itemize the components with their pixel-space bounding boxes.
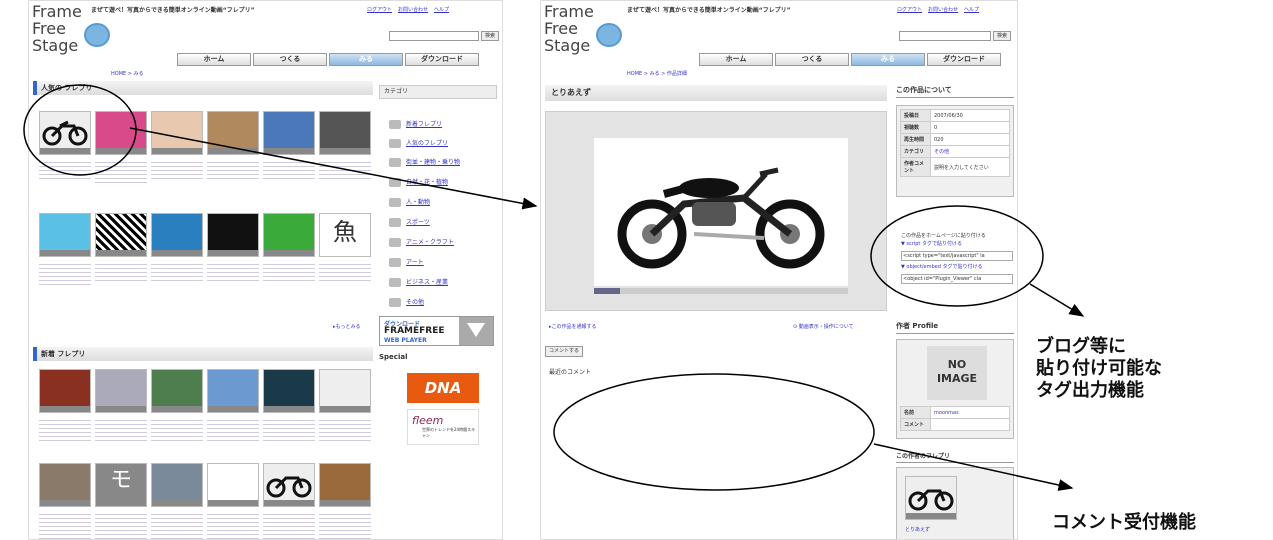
arrow-to-detail [129,127,538,210]
highlight-ellipse-thumbnail [23,84,137,176]
comment-function-label: コメント受付機能 [1052,512,1196,533]
highlight-ellipse-embed-tags [870,205,1044,307]
highlight-ellipse-comments [553,373,875,491]
arrow-to-comment-label [873,443,1074,491]
tag-output-label: ブログ等に 貼り付け可能な タグ出力機能 [1036,336,1162,401]
annotation-overlay [23,84,1085,491]
arrow-to-tag-label [1029,283,1085,317]
